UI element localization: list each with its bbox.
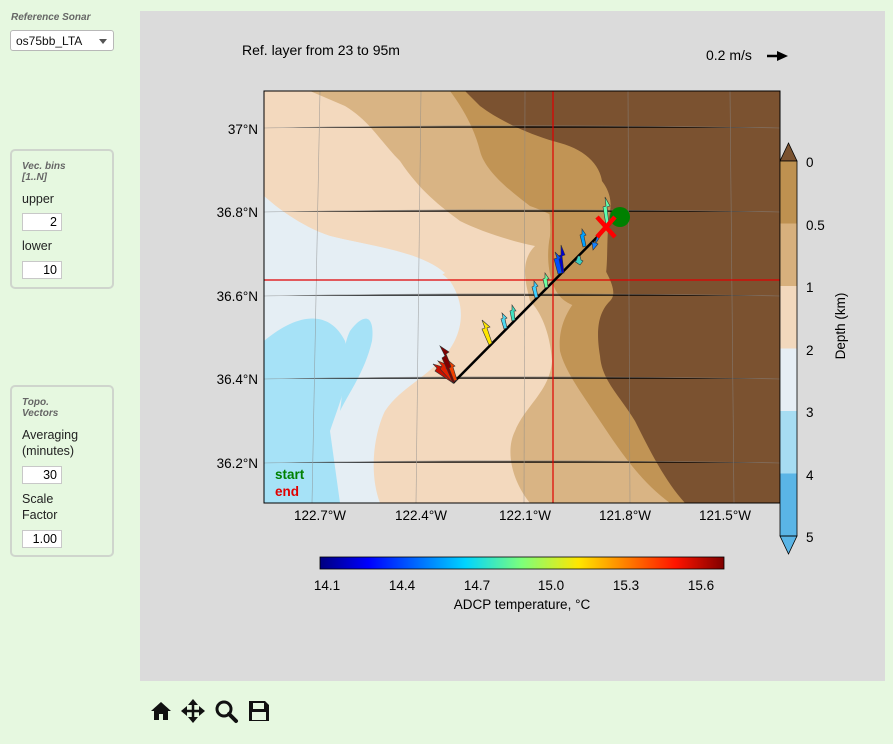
depth-colorbar-extend-bottom	[779, 535, 798, 555]
depth-colorbar	[779, 142, 798, 555]
temperature-colorbar	[319, 556, 725, 570]
averaging-input[interactable]: 30	[22, 466, 62, 484]
scale-factor-input[interactable]: 1.00	[22, 530, 62, 548]
depth-tick: 2	[806, 343, 814, 358]
lat-tick: 36.6°N	[217, 289, 258, 304]
lat-tick: 36.8°N	[217, 205, 258, 220]
temp-tick: 15.0	[538, 578, 564, 593]
plot-canvas[interactable]: Ref. layer from 23 to 95m 0.2 m/s start …	[140, 11, 885, 681]
temperature-colorbar-ticks: 14.1 14.4 14.7 15.0 15.3 15.6	[314, 578, 714, 593]
averaging-label: Averaging (minutes)	[22, 428, 79, 458]
depth-colorbar-segment	[780, 473, 797, 536]
reference-sonar-label: Reference Sonar	[11, 12, 91, 23]
vec-bins-panel: Vec. bins [1..N] upper 2 lower 10	[10, 149, 114, 289]
depth-colorbar-ticks: 0 0.5 1 2 3 4 5	[806, 155, 825, 545]
scale-arrow-icon	[767, 51, 788, 61]
temperature-colorbar-label: ADCP temperature, °C	[454, 597, 591, 612]
depth-colorbar-segment	[780, 411, 797, 474]
lon-tick: 121.8°W	[599, 508, 651, 523]
ref-layer-text: Ref. layer from 23 to 95m	[242, 42, 400, 58]
sonar-select[interactable]: os75bb_LTA	[10, 30, 114, 51]
zoom-icon[interactable]	[213, 698, 239, 724]
depth-colorbar-segment	[780, 223, 797, 286]
lat-tick: 36.4°N	[217, 372, 258, 387]
depth-colorbar-label: Depth (km)	[833, 293, 848, 360]
depth-colorbar-segment	[780, 348, 797, 411]
depth-tick: 0	[806, 155, 814, 170]
temp-tick: 15.3	[613, 578, 639, 593]
lon-tick: 122.1°W	[499, 508, 551, 523]
sonar-select-value: os75bb_LTA	[16, 34, 83, 48]
lower-bin-input[interactable]: 10	[22, 261, 62, 279]
longitude-ticks: 122.7°W 122.4°W 122.1°W 121.8°W 121.5°W	[294, 508, 751, 523]
scale-factor-label: Scale Factor	[22, 492, 58, 522]
depth-colorbar-extend-top	[779, 142, 798, 162]
depth-colorbar-segment	[780, 161, 797, 224]
depth-tick: 3	[806, 405, 814, 420]
temp-tick: 14.7	[464, 578, 490, 593]
vec-bins-title: Vec. bins [1..N]	[22, 161, 66, 183]
save-icon[interactable]	[246, 698, 272, 724]
pan-icon[interactable]	[180, 698, 206, 724]
depth-tick: 1	[806, 280, 814, 295]
scale-text: 0.2 m/s	[706, 47, 752, 63]
temp-tick: 14.1	[314, 578, 340, 593]
temp-tick: 14.4	[389, 578, 416, 593]
lon-tick: 122.7°W	[294, 508, 346, 523]
start-label: start	[275, 467, 305, 482]
lon-tick: 121.5°W	[699, 508, 751, 523]
depth-tick: 4	[806, 468, 814, 483]
chevron-down-icon	[99, 39, 107, 44]
map-figure: Ref. layer from 23 to 95m 0.2 m/s start …	[217, 42, 848, 612]
depth-tick: 5	[806, 530, 814, 545]
lat-tick: 36.2°N	[217, 456, 258, 471]
topo-vectors-title: Topo. Vectors	[22, 397, 59, 419]
topo-vectors-panel: Topo. Vectors Averaging (minutes) 30 Sca…	[10, 385, 114, 557]
bathymetry-map	[264, 91, 780, 503]
depth-tick: 0.5	[806, 218, 825, 233]
lower-label: lower	[22, 239, 52, 253]
upper-label: upper	[22, 192, 54, 206]
depth-colorbar-segment	[780, 286, 797, 349]
temp-tick: 15.6	[688, 578, 714, 593]
home-icon[interactable]	[148, 698, 174, 724]
end-label: end	[275, 484, 299, 499]
lat-tick: 37°N	[228, 122, 258, 137]
latitude-ticks: 37°N 36.8°N 36.6°N 36.4°N 36.2°N	[217, 122, 258, 471]
upper-bin-input[interactable]: 2	[22, 213, 62, 231]
lon-tick: 122.4°W	[395, 508, 447, 523]
